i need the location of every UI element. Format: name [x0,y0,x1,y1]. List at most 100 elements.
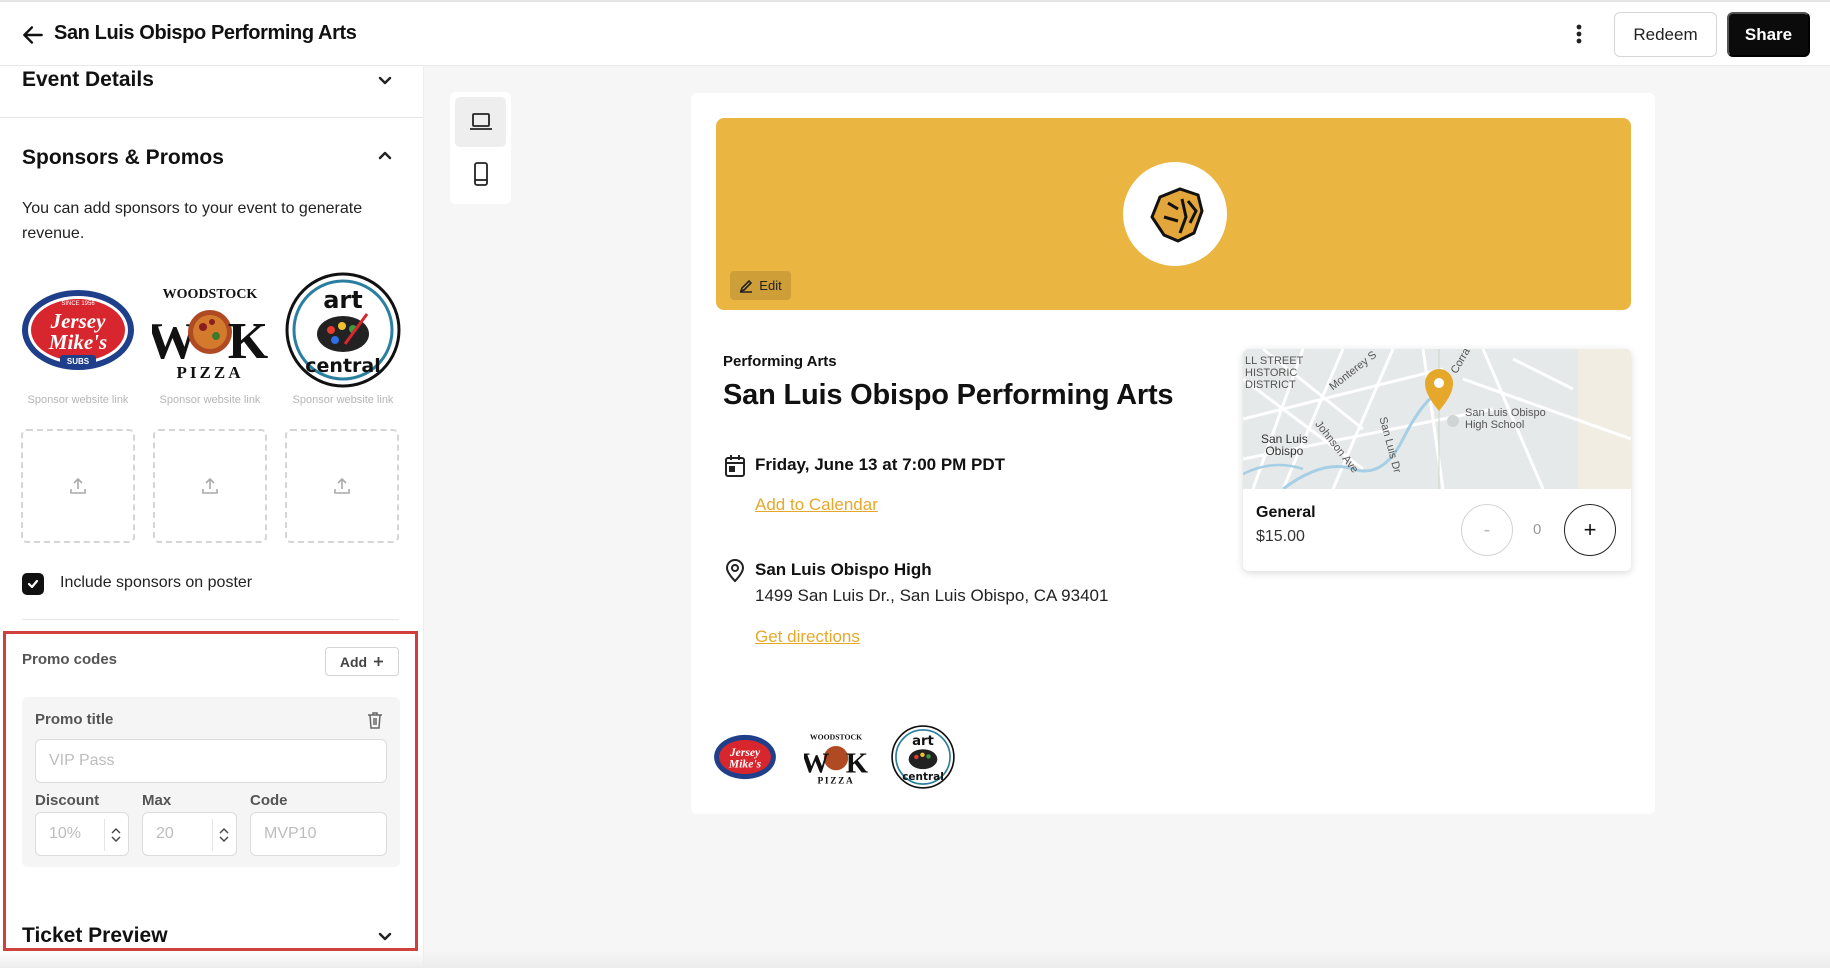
promo-title-input[interactable]: VIP Pass [35,739,387,783]
upload-icon [70,477,86,494]
sponsor-upload-slot[interactable] [153,429,267,543]
promo-title-label: Promo title [35,711,114,728]
max-label: Max [142,792,172,809]
sponsor-upload-slot[interactable] [285,429,399,543]
include-sponsors-checkbox[interactable] [22,573,44,595]
bottom-shadow [0,950,1830,968]
include-sponsors-label[interactable]: Include sponsors on poster [60,574,252,592]
stepper-arrows[interactable] [104,819,126,851]
event-details-heading[interactable]: Event Details [22,68,154,92]
svg-text:K: K [846,747,868,779]
chevron-down-icon[interactable] [219,836,229,843]
discount-stepper[interactable]: 10% [35,812,129,856]
mobile-view-button[interactable] [455,149,506,199]
increase-quantity-button[interactable]: + [1564,504,1616,556]
chevron-up-icon[interactable] [219,827,229,834]
woodstock-pizza-logo[interactable]: WOODSTOCK W K PIZZA [804,725,868,789]
ticket-quantity: 0 [1533,521,1542,538]
device-toggle [450,92,511,204]
divider [0,117,423,118]
divider [22,619,399,620]
max-value: 20 [156,825,174,842]
more-options-icon[interactable] [1566,20,1592,48]
sponsor-upload-slot[interactable] [21,429,135,543]
event-date: Friday, June 13 at 7:00 PM PDT [755,455,1006,474]
venue-map[interactable]: LL STREET HISTORIC DISTRICT Monterey S S… [1243,349,1631,489]
svg-text:W: W [804,747,830,779]
redeem-button[interactable]: Redeem [1614,12,1717,57]
laptop-icon [469,113,492,130]
promo-card: Promo title VIP Pass Discount Max Code 1… [22,697,400,867]
art-central-logo[interactable]: art central [891,725,955,789]
desktop-view-button[interactable] [455,97,506,147]
jersey-mikes-logo[interactable]: Jersey Mike's [713,725,777,789]
share-button[interactable]: Share [1727,12,1810,57]
svg-text:central: central [305,355,380,377]
tiger-mascot-icon [1150,187,1204,243]
back-arrow-icon[interactable] [20,22,46,48]
woodstock-pizza-logo[interactable]: WOODSTOCK W K PIZZA [152,272,268,388]
top-bar: San Luis Obispo Performing Arts Redeem S… [0,0,1830,66]
ticket-preview-heading[interactable]: Ticket Preview [22,924,168,948]
event-title: San Luis Obispo Performing Arts [723,379,1174,411]
trash-icon[interactable] [367,711,383,729]
venue-name: San Luis Obispo High [755,560,932,579]
discount-label: Discount [35,792,100,809]
add-promo-button[interactable]: Add [325,647,399,676]
upload-icon [202,477,218,494]
svg-text:WOODSTOCK: WOODSTOCK [810,732,862,741]
map-label: San Luis Obispo High School [1465,407,1546,431]
svg-text:SINCE 1956: SINCE 1956 [61,301,95,307]
check-icon [27,579,39,589]
phone-icon [473,162,488,186]
map-label: San Luis Obispo [1261,432,1308,458]
edit-banner-button[interactable]: Edit [730,271,791,300]
decrease-quantity-button[interactable]: - [1461,504,1513,556]
location-pin-icon [725,559,745,583]
svg-text:PIZZA: PIZZA [177,363,244,382]
add-to-calendar-link[interactable]: Add to Calendar [755,495,878,515]
svg-text:WOODSTOCK: WOODSTOCK [163,287,258,302]
chevron-down-icon[interactable] [375,926,395,946]
promo-codes-label: Promo codes [22,651,118,668]
plus-icon [374,657,384,666]
sponsors-promos-heading[interactable]: Sponsors & Promos [22,146,224,170]
sponsor-link-caption[interactable]: Sponsor website link [152,394,268,406]
event-category: Performing Arts [723,353,837,370]
svg-text:PIZZA: PIZZA [818,776,855,786]
get-directions-link[interactable]: Get directions [755,627,860,647]
pencil-icon [740,279,753,293]
sponsors-description: You can add sponsors to your event to ge… [22,200,363,242]
chevron-down-icon[interactable] [111,836,121,843]
map-ticket-card: LL STREET HISTORIC DISTRICT Monterey S S… [1243,349,1631,571]
sponsor-link-caption[interactable]: Sponsor website link [20,394,136,406]
event-preview-card: Edit Performing Arts San Luis Obispo Per… [691,93,1655,814]
venue-address: 1499 San Luis Dr., San Luis Obispo, CA 9… [755,586,1109,605]
ticket-name: General [1256,504,1316,521]
jersey-mikes-logo[interactable]: SINCE 1956 Jersey Mike's SUBS [20,272,136,388]
svg-text:Mike's: Mike's [728,757,762,770]
code-input[interactable]: MVP10 [250,812,387,856]
edit-label: Edit [759,278,782,293]
svg-text:SUBS: SUBS [67,357,90,366]
calendar-icon [725,455,745,477]
code-label: Code [250,792,288,809]
add-label: Add [339,653,368,670]
stepper-arrows[interactable] [212,819,234,851]
event-logo [1123,162,1227,266]
page-title: San Luis Obispo Performing Arts [54,22,357,44]
map-label: LL STREET HISTORIC DISTRICT [1245,355,1304,391]
art-central-logo[interactable]: art central [285,272,401,388]
svg-text:art: art [912,734,934,749]
svg-text:Mike's: Mike's [48,330,107,354]
chevron-down-icon[interactable] [375,70,395,90]
sponsor-link-caption[interactable]: Sponsor website link [285,394,401,406]
chevron-up-icon[interactable] [111,827,121,834]
discount-value: 10% [49,825,82,842]
ticket-price: $15.00 [1256,528,1305,545]
max-stepper[interactable]: 20 [142,812,237,856]
event-banner: Edit [716,118,1631,310]
upload-icon [334,477,350,494]
svg-text:art: art [323,286,363,314]
chevron-up-icon[interactable] [375,146,395,166]
